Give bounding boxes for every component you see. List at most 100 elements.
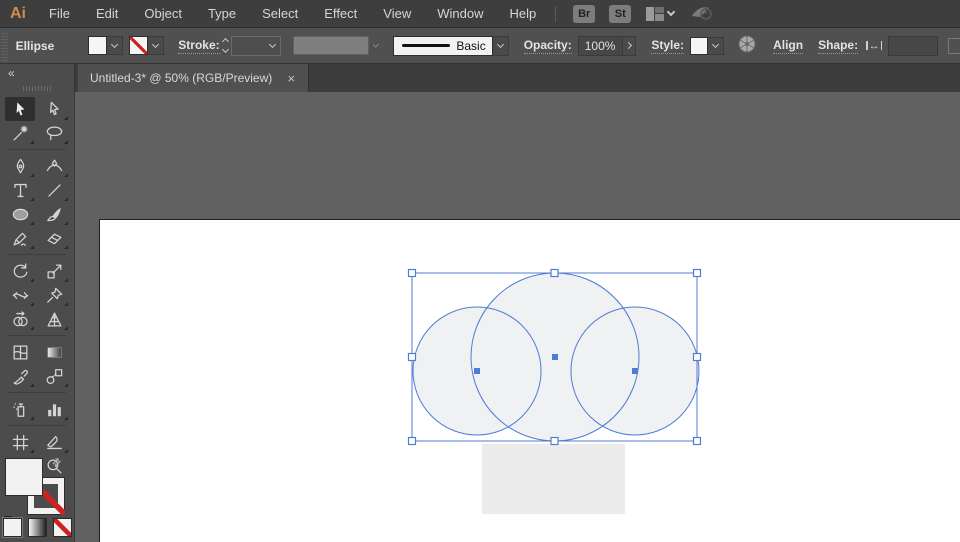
tool-eraser[interactable] [39, 226, 69, 250]
paint-color-button[interactable] [2, 517, 23, 538]
tools-panel-grip[interactable] [23, 86, 51, 91]
tool-perspective-grid[interactable] [39, 307, 69, 331]
tool-selection[interactable] [5, 97, 35, 121]
shape-label[interactable]: Shape: [818, 38, 859, 54]
tool-ellipse[interactable] [5, 202, 35, 226]
width-profile-chevron-icon[interactable] [373, 40, 380, 48]
stroke-weight-stepper[interactable] [221, 37, 229, 54]
tool-group-separator [8, 335, 66, 336]
background-rectangle-shape[interactable] [482, 444, 625, 514]
flyout-indicator-icon [64, 173, 68, 177]
selection-handle[interactable] [550, 436, 559, 446]
tool-paintbrush[interactable] [39, 202, 69, 226]
stroke-weight-dropdown[interactable] [230, 35, 282, 56]
brush-chevron-icon[interactable] [492, 35, 509, 56]
recolor-artwork-icon[interactable] [738, 35, 756, 56]
tool-blend[interactable] [39, 364, 69, 388]
tool-eyedropper[interactable] [5, 364, 35, 388]
tool-line-segment[interactable] [39, 178, 69, 202]
menu-item-type[interactable]: Type [195, 0, 249, 28]
control-bar: Ellipse Stroke: Basic Opacity: 100% Styl… [0, 28, 960, 64]
align-label[interactable]: Align [773, 38, 804, 54]
fill-color-swatch[interactable] [88, 36, 108, 55]
tool-slice[interactable] [39, 430, 69, 454]
shape-width-input[interactable] [888, 35, 939, 56]
shape-width-icon: ↔ [866, 40, 883, 52]
tool-symbol-sprayer[interactable] [5, 397, 35, 421]
tool-type[interactable] [5, 178, 35, 202]
opacity-input[interactable]: 100% [577, 35, 624, 56]
anchor-center-point[interactable] [474, 368, 480, 374]
tool-shaper[interactable] [5, 226, 35, 250]
selection-handle[interactable] [692, 436, 702, 446]
selection-handle[interactable] [407, 352, 417, 362]
selection-handle[interactable] [407, 268, 417, 278]
selection-handle[interactable] [550, 268, 559, 278]
style-label[interactable]: Style: [651, 38, 685, 54]
bridge-button[interactable]: Br [573, 4, 596, 23]
flyout-indicator-icon [64, 140, 68, 144]
paint-none-button[interactable] [53, 518, 72, 537]
menu-item-edit[interactable]: Edit [83, 0, 131, 28]
current-tool-label: Ellipse [15, 38, 55, 53]
tool-gradient[interactable] [39, 340, 69, 364]
selection-handle[interactable] [407, 436, 417, 446]
workspace-chevron-icon[interactable] [666, 7, 676, 17]
menubar-divider [555, 5, 557, 22]
tool-pen[interactable] [5, 154, 35, 178]
paint-gradient-button[interactable] [28, 518, 47, 537]
tool-lasso[interactable] [39, 121, 69, 145]
opacity-label[interactable]: Opacity: [523, 38, 572, 54]
tool-mesh[interactable] [5, 340, 35, 364]
menu-item-select[interactable]: Select [249, 0, 311, 28]
stroke-weight-label[interactable]: Stroke: [178, 38, 220, 54]
tool-column-graph[interactable] [39, 397, 69, 421]
stroke-color-chevron-icon[interactable] [148, 36, 165, 55]
opacity-chevron-icon[interactable] [623, 35, 637, 56]
fill-proxy-swatch[interactable] [5, 458, 43, 496]
menu-item-file[interactable]: File [36, 0, 83, 28]
tool-direct-selection[interactable] [39, 97, 69, 121]
tool-curvature[interactable] [39, 154, 69, 178]
tool-group-separator [8, 392, 66, 393]
flyout-indicator-icon [64, 221, 68, 225]
flyout-indicator-icon [30, 197, 34, 201]
control-bar-grip[interactable] [1, 30, 8, 61]
style-chevron-icon[interactable] [708, 36, 725, 55]
selection-handle[interactable] [692, 268, 702, 278]
menu-item-help[interactable]: Help [496, 0, 549, 28]
width-profile-dropdown[interactable] [293, 36, 370, 55]
brush-stroke-preview [401, 44, 451, 47]
tool-scale[interactable] [39, 259, 69, 283]
tool-rotate[interactable] [5, 259, 35, 283]
flyout-indicator-icon [30, 449, 34, 453]
document-tab[interactable]: Untitled-3* @ 50% (RGB/Preview) × [78, 64, 310, 92]
flyout-indicator-icon [30, 278, 34, 282]
swap-fill-stroke-icon[interactable]: ⇄ [49, 455, 64, 470]
anchor-center-point[interactable] [552, 354, 558, 360]
tool-artboard[interactable] [5, 430, 35, 454]
stroke-color-swatch[interactable] [129, 36, 149, 55]
tool-shape-builder[interactable] [5, 307, 35, 331]
flyout-indicator-icon [30, 416, 34, 420]
menu-item-effect[interactable]: Effect [311, 0, 370, 28]
canvas-artwork[interactable] [75, 92, 960, 542]
tool-magic-wand[interactable] [5, 121, 35, 145]
menu-item-object[interactable]: Object [131, 0, 195, 28]
fill-color-chevron-icon[interactable] [107, 36, 124, 55]
anchor-center-point[interactable] [632, 368, 638, 374]
tool-puppet-warp[interactable] [39, 283, 69, 307]
style-swatch[interactable] [690, 36, 709, 55]
tool-width[interactable] [5, 283, 35, 307]
gpu-performance-icon[interactable] [690, 3, 714, 24]
brush-definition-dropdown[interactable]: Basic [392, 35, 493, 56]
canvas[interactable] [75, 92, 960, 542]
menu-item-view[interactable]: View [370, 0, 424, 28]
tab-close-icon[interactable]: × [284, 71, 298, 86]
selection-handle[interactable] [692, 352, 702, 362]
menu-item-window[interactable]: Window [424, 0, 496, 28]
flyout-indicator-icon [30, 221, 34, 225]
stock-button[interactable]: St [609, 4, 632, 23]
flyout-indicator-icon [64, 278, 68, 282]
workspace-switcher-icon[interactable] [646, 6, 665, 21]
